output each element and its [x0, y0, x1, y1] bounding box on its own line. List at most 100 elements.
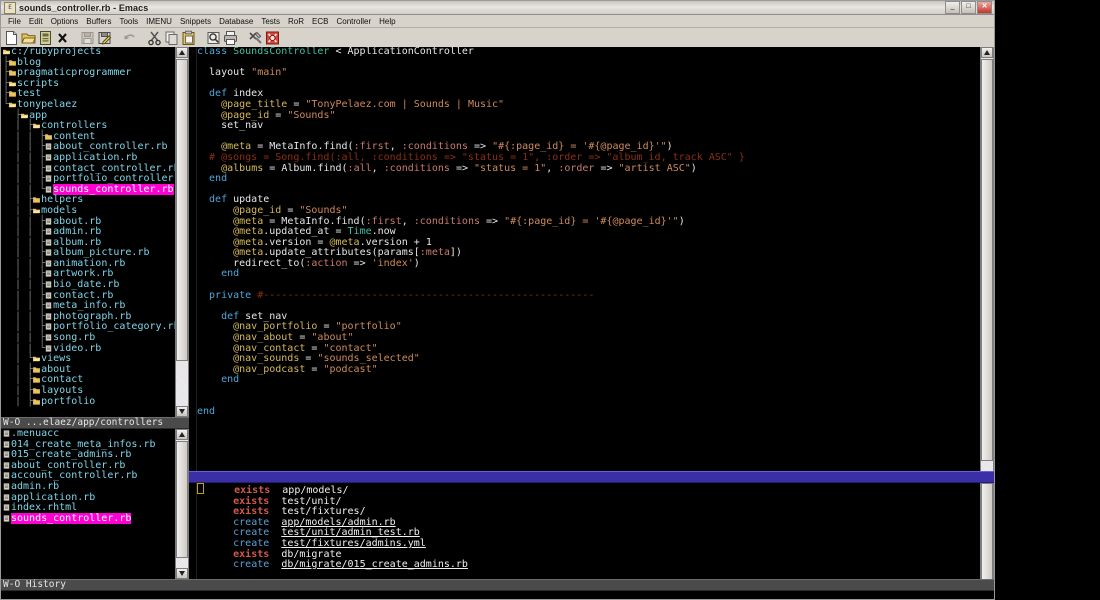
output-path[interactable]: test/fixtures/ — [281, 506, 365, 517]
scroll-thumb[interactable] — [981, 59, 993, 461]
search-icon[interactable] — [206, 30, 221, 46]
scroll-up-arrow[interactable] — [176, 47, 188, 58]
code-token: @nav_contact — [233, 342, 306, 354]
scroll-thumb[interactable] — [176, 441, 188, 558]
menu-item-tools[interactable]: Tools — [115, 16, 142, 27]
tree-item-label: layouts — [41, 385, 84, 396]
help-icon[interactable] — [265, 30, 280, 46]
cut-icon[interactable] — [147, 30, 162, 46]
code-token: "contact" — [323, 342, 378, 354]
editor-scrollbar[interactable] — [980, 47, 994, 471]
file-icon — [45, 226, 53, 237]
output-path[interactable]: test/fixtures/admins.yml — [281, 538, 426, 549]
menu-item-ecb[interactable]: ECB — [308, 16, 332, 27]
output-path[interactable]: test/unit/ — [281, 496, 341, 507]
output-path[interactable]: test/unit/admin_test.rb — [281, 527, 419, 539]
scroll-down-arrow[interactable] — [176, 406, 188, 417]
window-title: sounds_controller.rb - Emacs — [19, 2, 149, 13]
output-path[interactable]: app/models/admin.rb — [281, 517, 395, 528]
history-scrollbar[interactable] — [175, 429, 189, 579]
tree-item-label: application.rb — [53, 151, 138, 163]
code-token: @meta — [329, 236, 360, 248]
code-token: ) — [413, 257, 420, 269]
output-buffer[interactable]: exists app/models/ exists test/unit/ exi… — [197, 483, 980, 579]
code-token: private — [197, 289, 258, 301]
history-list[interactable]: .menuacc 014_create_meta_infos.rb 015_crea… — [1, 429, 175, 579]
menu-item-ror[interactable]: RoR — [284, 16, 308, 27]
output-path[interactable]: db/migrate/015_create_admins.rb — [281, 559, 468, 570]
file-icon — [3, 470, 11, 481]
tool-bar — [1, 28, 994, 49]
scroll-up-arrow[interactable] — [981, 47, 993, 58]
directory-tree[interactable]: c:/rubyprojects ├ blog ├ pragmaticprogrammer… — [1, 47, 175, 417]
output-space — [269, 517, 281, 528]
folder-icon — [33, 374, 41, 385]
print-icon[interactable] — [223, 30, 238, 46]
close-buffer-icon[interactable] — [55, 30, 70, 46]
preferences-icon[interactable] — [248, 30, 263, 46]
tree-item-label: contact.rb — [53, 289, 114, 301]
folder-icon — [9, 57, 17, 68]
code-token: set_nav — [245, 310, 288, 322]
code-token: = — [299, 353, 318, 365]
scroll-down-arrow[interactable] — [176, 568, 188, 579]
menu-item-tests[interactable]: Tests — [257, 16, 284, 27]
code-token: def — [197, 88, 234, 100]
code-token: = — [263, 215, 282, 227]
code-token: => — [480, 215, 505, 227]
menu-item-controller[interactable]: Controller — [332, 16, 375, 27]
sidebar-modeline: W-O ...elaez/app/controllers — [1, 417, 189, 429]
tree-item-label: portfolio_controller.rb — [53, 173, 175, 185]
code-token: "about" — [311, 332, 354, 344]
code-token: def — [197, 310, 246, 322]
menu-item-imenu[interactable]: IMENU — [142, 16, 176, 27]
menu-item-edit[interactable]: Edit — [25, 16, 47, 27]
scroll-thumb[interactable] — [176, 59, 188, 361]
undo-icon[interactable] — [122, 30, 137, 46]
tree-guide: | | ├ — [3, 141, 46, 153]
file-icon — [3, 481, 11, 492]
menu-item-help[interactable]: Help — [375, 16, 399, 27]
tree-item-label: contact — [41, 374, 84, 386]
tree-item-label: portfolio_category.rb — [53, 321, 175, 333]
copy-icon[interactable] — [164, 30, 179, 46]
menu-item-snippets[interactable]: Snippets — [176, 16, 215, 27]
menu-item-buffers[interactable]: Buffers — [82, 16, 115, 27]
ecb-directories-pane: c:/rubyprojects ├ blog ├ pragmaticprogrammer… — [1, 47, 189, 417]
output-action: exists — [203, 548, 270, 560]
dired-icon[interactable] — [38, 30, 53, 46]
minimize-button[interactable]: _ — [945, 1, 960, 14]
scroll-thumb[interactable] — [981, 483, 993, 579]
maximize-button[interactable]: □ — [961, 1, 976, 14]
history-item-selected[interactable]: sounds_controller.rb — [3, 512, 175, 525]
menu-item-options[interactable]: Options — [47, 16, 83, 27]
code-token: ) — [678, 215, 685, 227]
code-buffer[interactable]: class SoundsController < ApplicationCont… — [197, 47, 980, 471]
output-line: create db/migrate/015_create_admins.rb — [197, 559, 980, 571]
code-token: "Sounds" — [287, 109, 336, 121]
code-token: .version + — [359, 236, 426, 248]
menu-item-file[interactable]: File — [4, 16, 25, 27]
close-button[interactable]: ✕ — [977, 1, 992, 14]
output-path[interactable]: db/migrate — [281, 549, 341, 560]
code-token: "main" — [251, 67, 288, 79]
tree-item-label: about.rb — [53, 215, 102, 227]
output-path[interactable]: app/models/ — [282, 485, 348, 496]
save-as-icon[interactable] — [97, 30, 112, 46]
code-token: class — [197, 47, 234, 57]
code-line: class SoundsController < ApplicationCont… — [197, 47, 980, 58]
save-icon[interactable] — [80, 30, 95, 46]
sidebar-scrollbar[interactable] — [175, 47, 189, 417]
tree-item[interactable]: | ├ portfolio — [3, 396, 175, 408]
scroll-up-arrow[interactable] — [176, 429, 188, 440]
code-token: .find( — [329, 215, 366, 227]
open-folder-icon[interactable] — [21, 30, 36, 46]
menu-item-database[interactable]: Database — [215, 16, 257, 27]
paste-icon[interactable] — [181, 30, 196, 46]
new-file-icon[interactable] — [4, 30, 19, 46]
tree-guide: | ├ — [3, 374, 34, 386]
output-scrollbar[interactable] — [980, 483, 994, 579]
